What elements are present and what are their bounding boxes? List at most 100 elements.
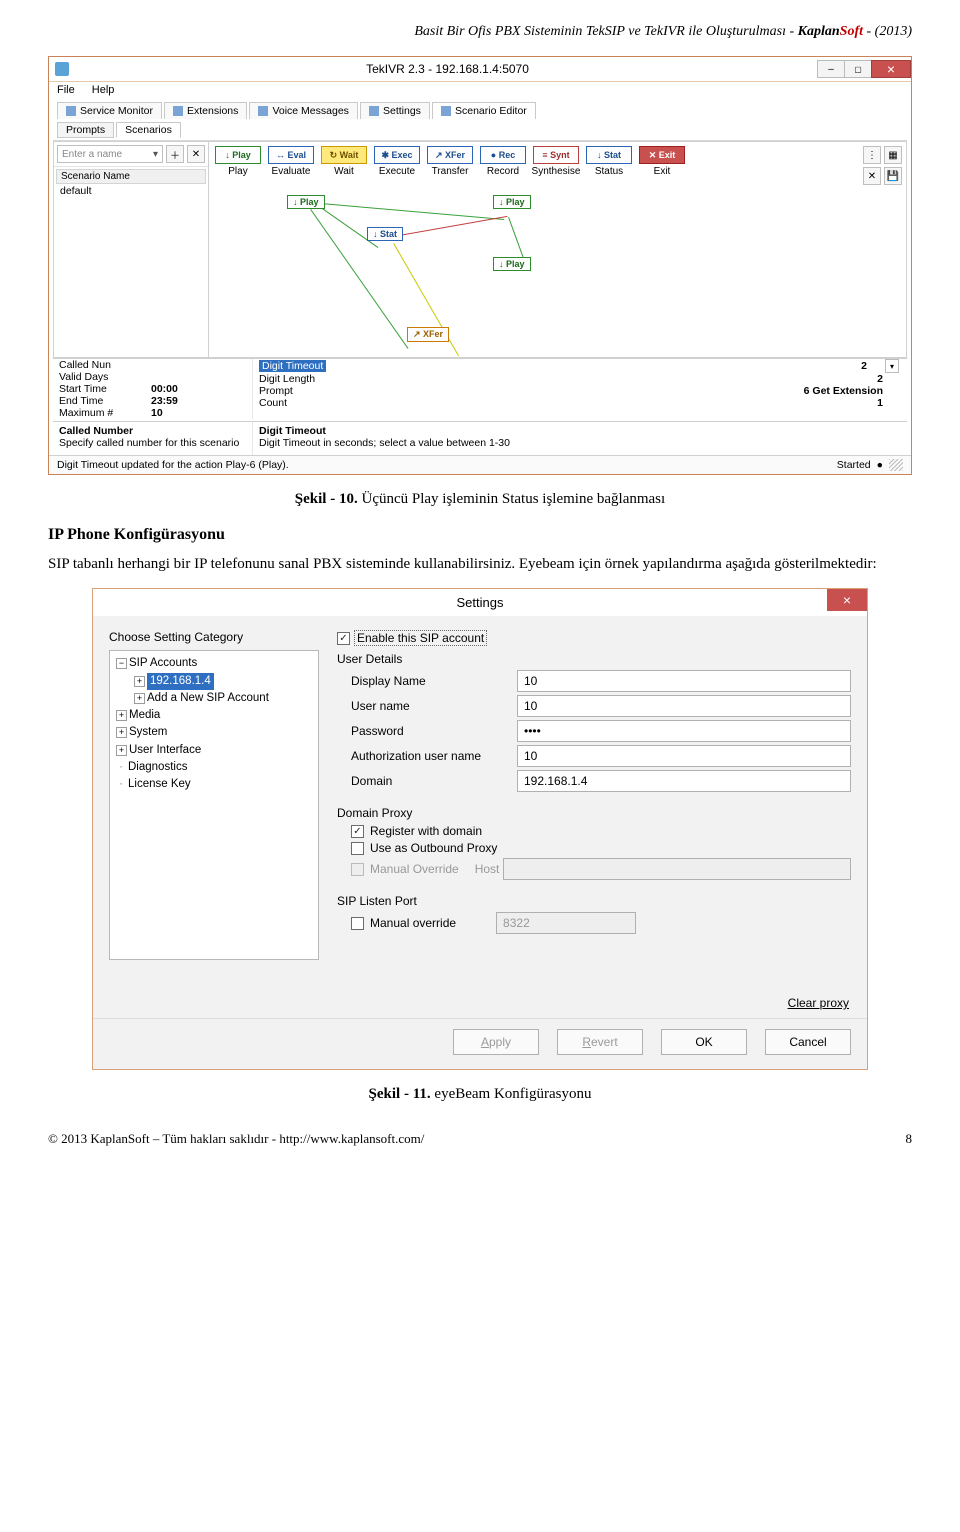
manual-override-checkbox: [351, 863, 364, 876]
collapse-icon[interactable]: −: [116, 658, 127, 669]
tool-grid-icon[interactable]: ▦: [884, 146, 902, 164]
ok-button[interactable]: OK: [661, 1029, 747, 1055]
settings-titlebar: Settings ×: [93, 589, 867, 616]
sub-tabrow: Prompts Scenarios: [49, 119, 911, 138]
tab-settings[interactable]: Settings: [360, 102, 430, 119]
brand-k: Kaplan: [798, 24, 840, 39]
manual-override-port-row: Manual override: [337, 916, 456, 930]
add-scenario-button[interactable]: ＋: [166, 145, 184, 163]
tree-system[interactable]: +System: [112, 724, 316, 741]
extensions-icon: [173, 106, 183, 116]
node-play[interactable]: ↓ Play: [287, 195, 325, 209]
header-title-suffix: - (2013): [863, 24, 912, 39]
register-checkbox[interactable]: [351, 825, 364, 838]
main-tabrow: Service Monitor Extensions Voice Message…: [49, 98, 911, 119]
tab-scenario-editor[interactable]: Scenario Editor: [432, 102, 536, 119]
tool-exec[interactable]: ✱ ExecExecute: [372, 146, 422, 177]
tool-align-icon[interactable]: ⋮: [863, 146, 881, 164]
delete-scenario-button[interactable]: ✕: [187, 145, 205, 163]
leaf-icon: ·: [116, 759, 126, 776]
tree-sip-accounts[interactable]: −SIP Accounts: [112, 655, 316, 672]
tool-save-icon[interactable]: 💾: [884, 167, 902, 185]
tree-ui[interactable]: +User Interface: [112, 742, 316, 759]
auth-user-input[interactable]: 10: [517, 745, 851, 767]
node-xfer[interactable]: ↗ XFer: [407, 327, 449, 342]
row-auth-user: Authorization user name 10: [337, 745, 851, 767]
tab-voice-messages[interactable]: Voice Messages: [249, 102, 357, 119]
node-play[interactable]: ↓ Play: [493, 195, 531, 209]
tool-rec[interactable]: ● RecRecord: [478, 146, 528, 177]
tool-stat[interactable]: ↓ StatStatus: [584, 146, 634, 177]
expand-icon[interactable]: +: [116, 745, 127, 756]
help-right: Digit Timeout Digit Timeout in seconds; …: [253, 422, 907, 455]
tool-eval[interactable]: ↔ EvalEvaluate: [266, 146, 316, 177]
tree-account[interactable]: +192.168.1.4: [112, 673, 316, 690]
scenario-item-default[interactable]: default: [56, 184, 206, 198]
tree-media[interactable]: +Media: [112, 707, 316, 724]
close-button[interactable]: ×: [827, 589, 867, 611]
window-title: TekIVR 2.3 - 192.168.1.4:5070: [77, 62, 818, 76]
tool-exit[interactable]: ✕ ExitExit: [637, 146, 687, 177]
tab-extensions[interactable]: Extensions: [164, 102, 247, 119]
expand-icon[interactable]: +: [116, 710, 127, 721]
menu-help[interactable]: Help: [92, 84, 115, 96]
revert-button[interactable]: Revert: [557, 1029, 643, 1055]
manual-override-port-checkbox[interactable]: [351, 917, 364, 930]
group-listen-port: SIP Listen Port: [337, 894, 851, 908]
tool-delete-icon[interactable]: ✕: [863, 167, 881, 185]
tree-add-account[interactable]: +Add a New SIP Account: [112, 690, 316, 707]
canvas-pane: ↓ PlayPlay ↔ EvalEvaluate ↻ WaitWait ✱ E…: [209, 141, 907, 358]
display-name-input[interactable]: 10: [517, 670, 851, 692]
chevron-down-icon[interactable]: ▾: [885, 359, 899, 373]
tool-play[interactable]: ↓ PlayPlay: [213, 146, 263, 177]
settings-icon: [369, 106, 379, 116]
expand-icon[interactable]: +: [134, 676, 145, 687]
category-label: Choose Setting Category: [109, 630, 319, 644]
synt-chip: ≡ Synt: [533, 146, 579, 164]
tool-xfer[interactable]: ↗ XFerTransfer: [425, 146, 475, 177]
domain-input[interactable]: 192.168.1.4: [517, 770, 851, 792]
outbound-checkbox[interactable]: [351, 842, 364, 855]
user-name-input[interactable]: 10: [517, 695, 851, 717]
node-stat[interactable]: ↓ Stat: [367, 227, 403, 241]
row-display-name: Display Name 10: [337, 670, 851, 692]
apply-button[interactable]: Apply: [453, 1029, 539, 1055]
tool-wait[interactable]: ↻ WaitWait: [319, 146, 369, 177]
section-heading: IP Phone Konfigürasyonu: [48, 526, 912, 544]
prop-digit-timeout[interactable]: Digit Timeout 2 ▾: [253, 359, 907, 373]
stat-chip: ↓ Stat: [586, 146, 632, 164]
scenario-list-header: Scenario Name: [56, 169, 206, 184]
maximize-button[interactable]: [844, 60, 872, 78]
subtab-scenarios[interactable]: Scenarios: [116, 122, 181, 138]
scenario-name-input[interactable]: Enter a name▾: [57, 145, 163, 163]
node-play[interactable]: ↓ Play: [493, 257, 531, 271]
category-tree[interactable]: −SIP Accounts +192.168.1.4 +Add a New SI…: [109, 650, 319, 960]
row-domain: Domain 192.168.1.4: [337, 770, 851, 792]
enable-account-checkbox[interactable]: [337, 632, 350, 645]
page-footer: © 2013 KaplanSoft – Tüm hakları saklıdır…: [48, 1131, 912, 1147]
page-number: 8: [906, 1131, 913, 1147]
password-input[interactable]: ••••: [517, 720, 851, 742]
tool-synt[interactable]: ≡ SyntSynthesise: [531, 146, 581, 177]
cancel-button[interactable]: Cancel: [765, 1029, 851, 1055]
close-button[interactable]: [871, 60, 911, 78]
scenario-canvas[interactable]: ↓ Play ↓ Play ↓ Stat ↓ Play ↗ XFer: [209, 187, 906, 357]
tree-license[interactable]: ·License Key: [112, 776, 316, 793]
side-tools: ⋮▦ ✕💾: [863, 146, 902, 185]
brand-s: Soft: [840, 24, 863, 39]
resize-grip-icon[interactable]: [889, 459, 903, 471]
expand-icon[interactable]: +: [116, 727, 127, 738]
row-user-name: User name 10: [337, 695, 851, 717]
props-right: Digit Timeout 2 ▾ Digit Length2 Prompt6 …: [253, 359, 907, 419]
tree-diagnostics[interactable]: ·Diagnostics: [112, 759, 316, 776]
help-left: Called Number Specify called number for …: [53, 422, 253, 455]
voice-icon: [258, 106, 268, 116]
minimize-button[interactable]: [817, 60, 845, 78]
tab-service-monitor[interactable]: Service Monitor: [57, 102, 162, 119]
scenario-list: Scenario Name default: [54, 167, 208, 357]
subtab-prompts[interactable]: Prompts: [57, 122, 114, 138]
expand-icon[interactable]: +: [134, 693, 145, 704]
clear-proxy-link[interactable]: Clear proxy: [788, 996, 849, 1010]
scenario-pane: Enter a name▾ ＋ ✕ Scenario Name default: [53, 141, 209, 358]
menu-file[interactable]: File: [57, 84, 75, 96]
